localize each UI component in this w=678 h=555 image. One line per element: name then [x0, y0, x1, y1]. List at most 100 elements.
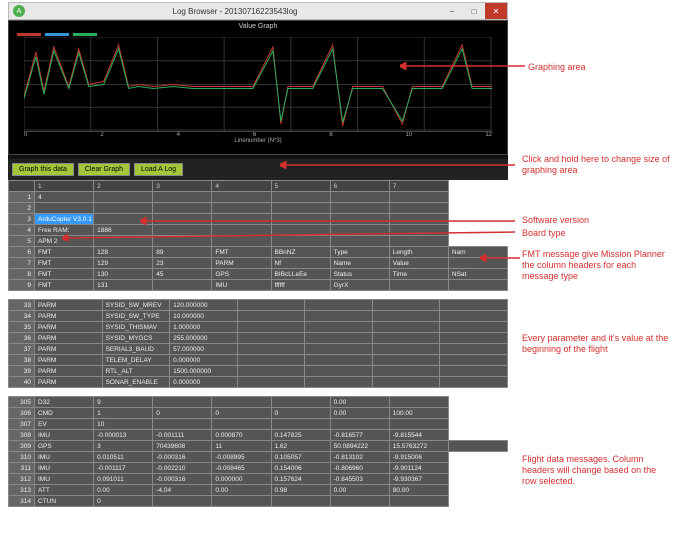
cell[interactable]: BIBcLLeEe — [271, 269, 330, 280]
row-number[interactable]: 6 — [9, 247, 35, 258]
cell[interactable]: 70439608 — [153, 441, 212, 452]
cell[interactable]: GPS — [212, 269, 271, 280]
cell[interactable]: -0.002210 — [153, 463, 212, 474]
cell[interactable]: 120.000000 — [170, 300, 238, 311]
cell[interactable]: GyrX — [330, 280, 389, 291]
row-number[interactable]: 34 — [9, 311, 35, 322]
cell[interactable]: 15.5763272 — [389, 441, 448, 452]
cell[interactable]: PARM — [35, 366, 103, 377]
cell[interactable]: SERIAL3_BAUD — [102, 344, 170, 355]
cell[interactable]: -4.04 — [153, 485, 212, 496]
cell[interactable] — [237, 377, 305, 388]
cell[interactable]: IMU — [35, 452, 94, 463]
cell[interactable] — [271, 192, 330, 203]
cell[interactable]: 89 — [153, 247, 212, 258]
row-number[interactable]: 314 — [9, 496, 35, 507]
cell[interactable] — [212, 419, 271, 430]
cell[interactable]: GPS — [35, 441, 94, 452]
cell[interactable] — [94, 203, 153, 214]
cell[interactable] — [35, 203, 94, 214]
row-number[interactable]: 7 — [9, 258, 35, 269]
maximize-button[interactable]: □ — [463, 3, 485, 19]
cell[interactable] — [440, 333, 508, 344]
cell[interactable]: 0.154006 — [271, 463, 330, 474]
cell[interactable] — [237, 333, 305, 344]
cell[interactable] — [372, 355, 440, 366]
cell[interactable]: 0.00 — [330, 485, 389, 496]
row-number[interactable]: 3 — [9, 214, 35, 225]
cell[interactable]: 0.157624 — [271, 474, 330, 485]
grid-param[interactable]: 33PARMSYSID_SW_MREV120.00000034PARMSYSID… — [8, 299, 508, 388]
cell[interactable]: 0.00 — [212, 485, 271, 496]
cell[interactable]: 50.0894222 — [330, 441, 389, 452]
cell[interactable] — [271, 419, 330, 430]
cell[interactable] — [389, 397, 448, 408]
cell[interactable]: IMU — [35, 430, 94, 441]
cell[interactable] — [330, 203, 389, 214]
row-number[interactable]: 33 — [9, 300, 35, 311]
col-header[interactable]: 3 — [153, 181, 212, 192]
cell[interactable] — [440, 377, 508, 388]
cell[interactable] — [153, 496, 212, 507]
cell[interactable]: -9.930367 — [389, 474, 448, 485]
cell[interactable]: FMT — [35, 247, 94, 258]
row-number[interactable]: 38 — [9, 355, 35, 366]
cell[interactable] — [305, 366, 373, 377]
cell[interactable]: 0.147825 — [271, 430, 330, 441]
load-log-button[interactable]: Load A Log — [134, 163, 183, 176]
row-number[interactable]: 307 — [9, 419, 35, 430]
cell[interactable]: 0.091011 — [94, 474, 153, 485]
row-number[interactable]: 4 — [9, 225, 35, 236]
row-number[interactable]: 2 — [9, 203, 35, 214]
cell[interactable]: -0.000316 — [153, 452, 212, 463]
cell[interactable] — [271, 496, 330, 507]
cell[interactable]: 0.000870 — [212, 430, 271, 441]
cell[interactable]: Status — [330, 269, 389, 280]
cell[interactable]: 1500.000000 — [170, 366, 238, 377]
cell[interactable]: 0 — [94, 496, 153, 507]
col-header[interactable]: 7 — [389, 181, 448, 192]
cell[interactable] — [440, 322, 508, 333]
cell[interactable] — [305, 300, 373, 311]
cell[interactable]: IMU — [35, 474, 94, 485]
cell[interactable] — [237, 300, 305, 311]
row-number[interactable]: 311 — [9, 463, 35, 474]
row-number[interactable]: 39 — [9, 366, 35, 377]
cell[interactable]: 57.000000 — [170, 344, 238, 355]
cell[interactable]: -0.001117 — [94, 463, 153, 474]
cell[interactable]: 9 — [94, 397, 153, 408]
cell[interactable] — [237, 311, 305, 322]
close-button[interactable]: ✕ — [485, 3, 507, 19]
cell[interactable]: 80.00 — [389, 485, 448, 496]
col-header[interactable]: 5 — [271, 181, 330, 192]
cell[interactable]: 1.62 — [271, 441, 330, 452]
cell[interactable] — [389, 192, 448, 203]
cell[interactable]: Type — [330, 247, 389, 258]
cell[interactable]: -0.008465 — [212, 463, 271, 474]
cell[interactable] — [271, 397, 330, 408]
cell[interactable]: TELEM_DELAY — [102, 355, 170, 366]
cell[interactable] — [440, 344, 508, 355]
cell[interactable] — [389, 203, 448, 214]
cell[interactable] — [372, 366, 440, 377]
cell[interactable] — [305, 333, 373, 344]
cell[interactable]: FMT — [35, 269, 94, 280]
cell[interactable]: FMT — [212, 247, 271, 258]
cell[interactable] — [372, 322, 440, 333]
cell[interactable]: Time — [389, 269, 448, 280]
cell[interactable] — [237, 322, 305, 333]
cell[interactable] — [153, 397, 212, 408]
cell[interactable]: ffffff — [271, 280, 330, 291]
cell[interactable]: BBnNZ — [271, 247, 330, 258]
cell[interactable]: RTL_ALT — [102, 366, 170, 377]
cell[interactable] — [372, 333, 440, 344]
cell[interactable]: 0.00 — [330, 397, 389, 408]
cell[interactable] — [153, 203, 212, 214]
cell[interactable] — [212, 203, 271, 214]
cell[interactable] — [271, 203, 330, 214]
cell[interactable]: Value — [389, 258, 448, 269]
cell[interactable]: CTUN — [35, 496, 94, 507]
row-number[interactable]: 305 — [9, 397, 35, 408]
cell[interactable]: -0.008995 — [212, 452, 271, 463]
cell[interactable]: 129 — [94, 258, 153, 269]
